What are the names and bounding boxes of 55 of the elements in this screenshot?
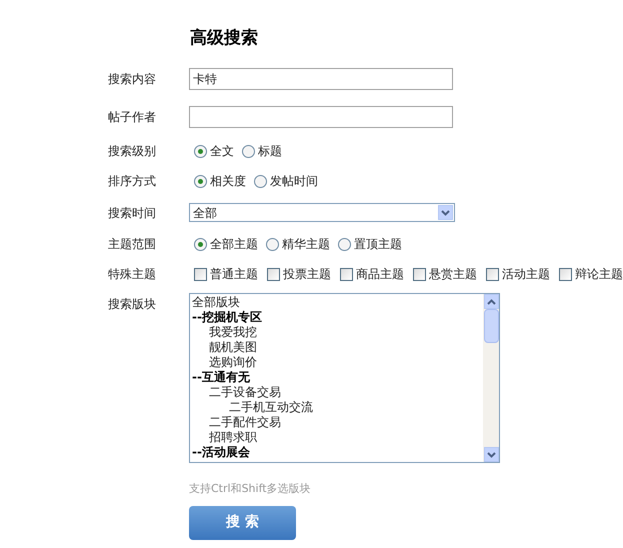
page-title: 高级搜索 — [190, 27, 259, 50]
option-label: 悬赏主题 — [429, 266, 477, 283]
list-option[interactable]: 全部版块 — [192, 295, 483, 310]
list-option[interactable]: 靓机美图 — [192, 340, 483, 355]
list-option[interactable]: --活动展会 — [192, 445, 483, 460]
option-label: 活动主题 — [502, 266, 550, 283]
option-label: 全文 — [210, 143, 234, 160]
checkbox[interactable] — [559, 268, 572, 280]
option-label: 发帖时间 — [270, 173, 318, 190]
option-label: 普通主题 — [210, 266, 258, 283]
option-label: 标题 — [258, 143, 282, 160]
option-label: 商品主题 — [356, 266, 404, 283]
field-label: 搜索级别 — [108, 143, 157, 160]
field-label: 搜索内容 — [108, 71, 157, 88]
list-option[interactable]: 二手机互动交流 — [192, 400, 483, 415]
checkbox[interactable] — [486, 268, 499, 280]
option-label: 精华主题 — [282, 236, 330, 253]
option-label: 投票主题 — [283, 266, 331, 283]
checkbox[interactable] — [340, 268, 353, 280]
radio-button[interactable] — [254, 174, 267, 188]
list-option[interactable]: --互通有无 — [192, 370, 483, 385]
list-option[interactable]: 选购询价 — [192, 355, 483, 370]
scroll-up-icon[interactable] — [484, 294, 498, 309]
field-label: 主题范围 — [108, 236, 157, 253]
text-field[interactable] — [189, 106, 453, 128]
option-label: 辩论主题 — [575, 266, 623, 283]
field-label: 搜索版块 — [108, 296, 157, 313]
radio-button[interactable] — [242, 144, 255, 158]
radio-button[interactable] — [266, 238, 279, 250]
time-dropdown[interactable]: 全部 — [189, 203, 455, 222]
scroll-thumb[interactable] — [484, 309, 498, 343]
field-label: 帖子作者 — [108, 109, 157, 126]
list-option[interactable]: 二手配件交易 — [192, 415, 483, 430]
list-option[interactable]: 二手设备交易 — [192, 385, 483, 400]
field-label: 排序方式 — [108, 173, 157, 190]
checkbox[interactable] — [413, 268, 426, 280]
radio-button[interactable] — [194, 238, 207, 250]
radio-button[interactable] — [194, 174, 207, 188]
hint-text: 支持Ctrl和Shift多选版块 — [189, 482, 311, 495]
option-label: 相关度 — [210, 173, 246, 190]
field-label: 特殊主题 — [108, 266, 157, 283]
radio-button[interactable] — [194, 144, 207, 158]
checkbox[interactable] — [194, 268, 207, 280]
option-label: 置顶主题 — [354, 236, 402, 253]
field-label: 搜索时间 — [108, 204, 157, 222]
board-listbox[interactable]: 全部版块 --挖掘机专区 我爱我挖 靓机美图 选购询价 --互通有无 二手设备交易 二手机互动交流 二手配件交易 招聘求职 --活动展会 — [189, 293, 500, 463]
radio-button[interactable] — [338, 238, 351, 250]
text-field[interactable]: 卡特 — [189, 68, 453, 90]
checkbox[interactable] — [267, 268, 280, 280]
list-option[interactable]: --挖掘机专区 — [192, 310, 483, 325]
scrollbar[interactable] — [483, 294, 499, 462]
list-option[interactable]: 招聘求职 — [192, 430, 483, 445]
option-label: 全部主题 — [210, 236, 258, 253]
list-option[interactable]: 我爱我挖 — [192, 325, 483, 340]
scroll-down-icon[interactable] — [484, 447, 498, 462]
